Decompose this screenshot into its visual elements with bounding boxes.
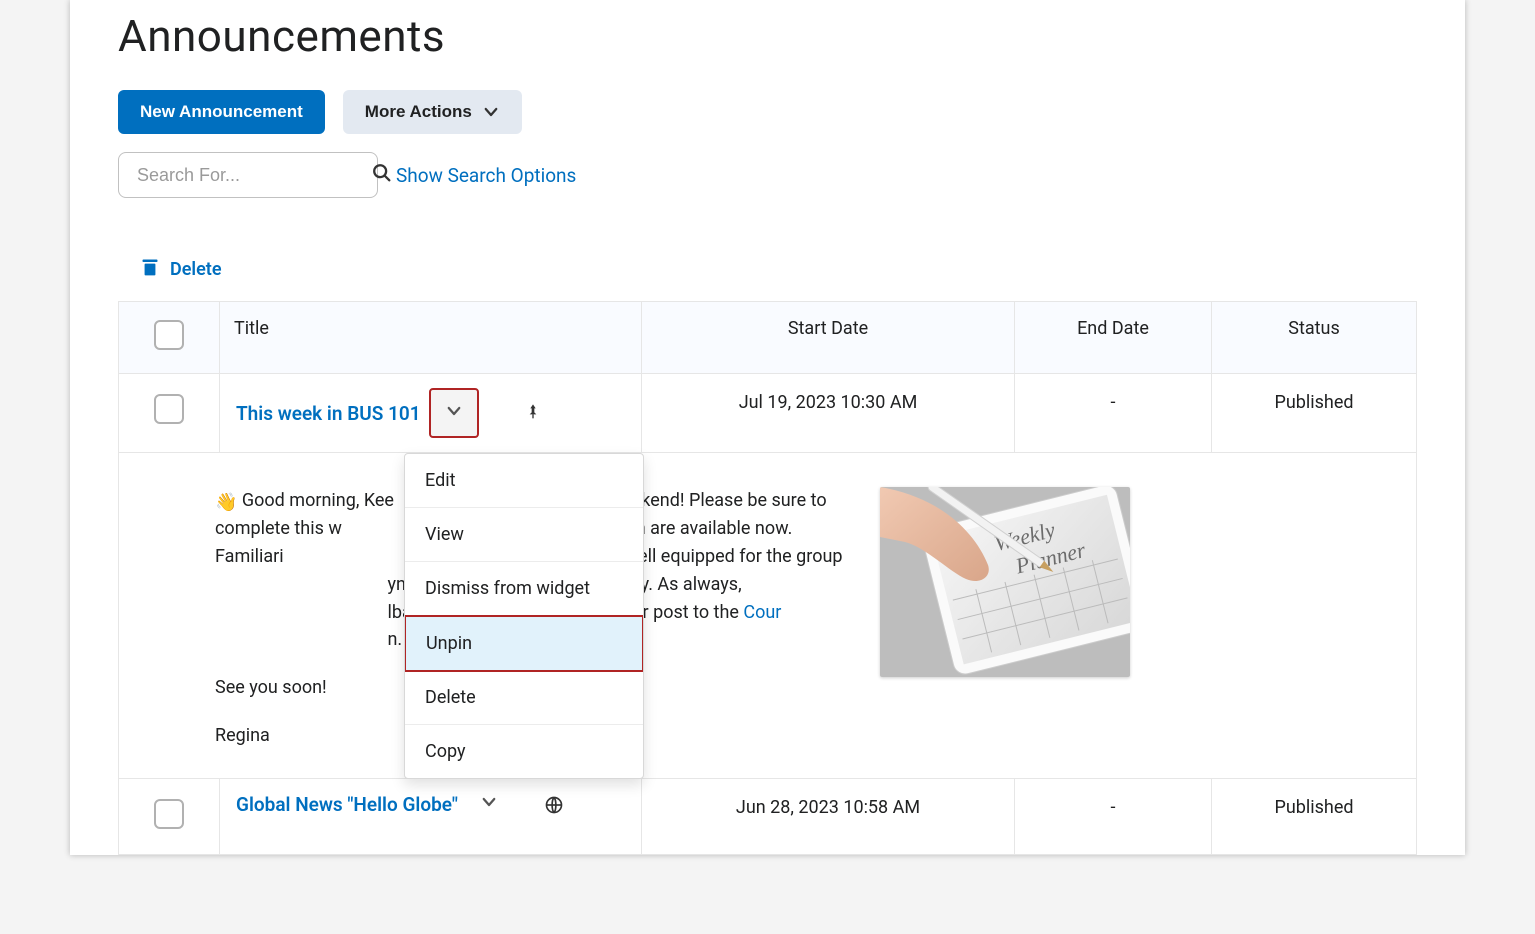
- col-start-header: Start Date: [642, 302, 1015, 374]
- row-status: Published: [1212, 374, 1417, 453]
- table-row: Global News "Hello Globe": [119, 779, 1417, 855]
- col-end-header: End Date: [1015, 302, 1212, 374]
- trash-icon: [140, 256, 160, 283]
- search-input[interactable]: [135, 164, 371, 187]
- delete-button[interactable]: Delete: [118, 256, 1417, 283]
- more-actions-button[interactable]: More Actions: [343, 90, 522, 134]
- row-actions-button[interactable]: [429, 388, 479, 438]
- new-announcement-button[interactable]: New Announcement: [118, 90, 325, 134]
- row-start-date: Jul 19, 2023 10:30 AM: [642, 374, 1015, 453]
- row-start-date: Jun 28, 2023 10:58 AM: [642, 779, 1015, 855]
- globe-icon: [544, 795, 564, 815]
- menu-item-copy[interactable]: Copy: [405, 725, 643, 778]
- menu-item-unpin[interactable]: Unpin: [404, 615, 644, 672]
- menu-item-dismiss[interactable]: Dismiss from widget: [405, 562, 643, 616]
- delete-label: Delete: [170, 259, 222, 280]
- col-status-header: Status: [1212, 302, 1417, 374]
- announcement-toolbar: New Announcement More Actions: [118, 90, 1417, 134]
- row-actions-button[interactable]: [480, 793, 498, 816]
- pin-icon: [525, 400, 541, 427]
- search-container: [118, 152, 378, 198]
- table-row-expanded: 👋 Good morning, Kee nice weekend! Please…: [119, 453, 1417, 779]
- menu-item-delete[interactable]: Delete: [405, 671, 643, 725]
- wave-emoji-icon: 👋: [215, 489, 237, 517]
- more-actions-label: More Actions: [365, 102, 472, 122]
- announcements-table: Title Start Date End Date Status This we…: [118, 301, 1417, 855]
- search-icon[interactable]: [371, 162, 393, 188]
- row-actions-menu: Edit View Dismiss from widget Unpin Dele…: [404, 453, 644, 779]
- select-all-checkbox[interactable]: [154, 320, 184, 350]
- col-title-header: Title: [220, 302, 642, 374]
- course-link[interactable]: Cour: [743, 602, 781, 623]
- announcement-link[interactable]: This week in BUS 101: [236, 402, 421, 425]
- show-search-options-link[interactable]: Show Search Options: [396, 164, 576, 187]
- row-end-date: -: [1015, 374, 1212, 453]
- chevron-down-icon: [482, 103, 500, 121]
- row-checkbox[interactable]: [154, 799, 184, 829]
- menu-item-edit[interactable]: Edit: [405, 454, 643, 508]
- row-status: Published: [1212, 779, 1417, 855]
- announcement-link[interactable]: Global News "Hello Globe": [236, 793, 458, 816]
- row-end-date: -: [1015, 779, 1212, 855]
- table-row: This week in BUS 101 Jul 19, 2023 10:30 …: [119, 374, 1417, 453]
- chevron-down-icon: [445, 402, 463, 425]
- row-checkbox[interactable]: [154, 394, 184, 424]
- menu-item-view[interactable]: View: [405, 508, 643, 562]
- col-select-all: [119, 302, 220, 374]
- page-title: Announcements: [118, 0, 1417, 90]
- announcement-image: Weekly Planner: [880, 487, 1130, 677]
